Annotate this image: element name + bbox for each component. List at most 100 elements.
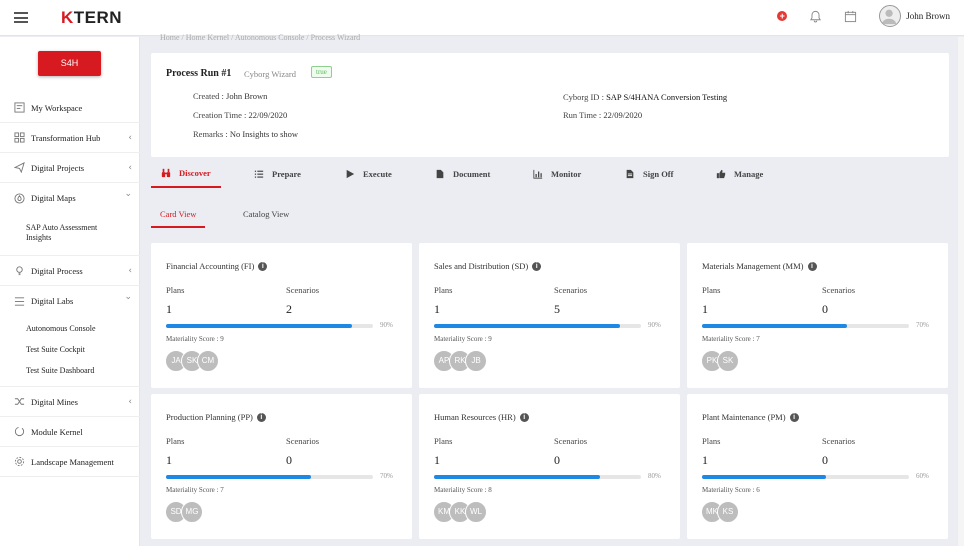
submenu-item-autonomous-console[interactable]: Autonomous Console (26, 319, 140, 339)
avatar[interactable]: WL (465, 501, 487, 523)
info-icon[interactable]: i (256, 412, 266, 422)
plans-count: 1 (702, 453, 708, 467)
scenarios-count: 2 (286, 302, 292, 316)
progress-percent: 80% (648, 472, 661, 480)
sidebar-item-digital-maps[interactable]: Digital Maps ⌄ (0, 183, 140, 213)
chevron-left-icon[interactable]: ‹ (128, 266, 132, 276)
tab-monitor[interactable]: Monitor (533, 160, 581, 188)
user-menu[interactable]: John Brown (879, 5, 950, 27)
created-row: Created : John Brown (193, 91, 267, 101)
ktern-logo[interactable]: KTERN (61, 8, 122, 28)
chevron-down-icon[interactable]: ⌄ (124, 189, 132, 199)
sidebar-item-digital-mines[interactable]: Digital Mines ‹ (0, 387, 140, 417)
materiality-score: Materiality Score : 7 (702, 335, 760, 343)
process-tabs: Discover Prepare Execute Document Monito… (151, 160, 949, 188)
tab-discover[interactable]: Discover (151, 160, 221, 188)
chevron-left-icon[interactable]: ‹ (128, 163, 132, 173)
module-card[interactable]: Financial Accounting (FI) i Plans Scenari… (151, 243, 412, 388)
tab-label: Sign Off (643, 169, 674, 179)
process-run-card: Process Run #1 Cyborg Wizard true Create… (151, 53, 949, 157)
submenu-item-sap-auto-assessment[interactable]: SAP Auto Assessment Insights (26, 221, 116, 245)
user-name: John Brown (906, 11, 950, 21)
plans-count: 1 (434, 453, 440, 467)
tab-sign-off[interactable]: Sign Off (625, 160, 673, 188)
circle-icon (14, 426, 25, 437)
run-time-row: Run Time : 22/09/2020 (563, 110, 642, 120)
plans-count: 1 (702, 302, 708, 316)
menu-icon[interactable] (14, 12, 28, 23)
sidebar-item-digital-projects[interactable]: Digital Projects ‹ (0, 153, 140, 183)
avatar[interactable]: KS (717, 501, 739, 523)
assignee-avatars: AP RK JB (433, 350, 487, 372)
submenu-item-test-suite-dashboard[interactable]: Test Suite Dashboard (26, 360, 140, 381)
grid-icon (14, 132, 25, 143)
module-card[interactable]: Materials Management (MM) i Plans Scenari… (687, 243, 948, 388)
module-title-text: Production Planning (PP) (166, 412, 253, 422)
module-title-text: Materials Management (MM) (702, 261, 804, 271)
plans-count: 1 (166, 453, 172, 467)
tab-manage[interactable]: Manage (716, 160, 763, 188)
sidebar-item-label: Digital Projects (31, 162, 85, 173)
tab-card-view[interactable]: Card View (151, 200, 206, 228)
progress-bar (702, 475, 909, 479)
tab-execute[interactable]: Execute (345, 160, 392, 188)
module-card[interactable]: Production Planning (PP) i Plans Scenario… (151, 394, 412, 539)
info-icon[interactable]: i (532, 261, 542, 271)
creation-time-row: Creation Time : 22/09/2020 (193, 110, 287, 120)
module-card[interactable]: Sales and Distribution (SD) i Plans Scena… (419, 243, 680, 388)
avatar[interactable]: SK (717, 350, 739, 372)
tab-catalog-view[interactable]: Catalog View (243, 200, 289, 228)
progress-fill (434, 475, 600, 479)
avatar[interactable]: JB (465, 350, 487, 372)
add-icon[interactable]: + (777, 11, 788, 21)
scenarios-count: 5 (554, 302, 560, 316)
chevron-left-icon[interactable]: ‹ (128, 133, 132, 143)
sidebar-item-label: Module Kernel (31, 426, 83, 437)
chevron-down-icon[interactable]: ⌄ (124, 292, 132, 302)
progress-fill (166, 475, 311, 479)
scenarios-label: Scenarios (286, 285, 320, 295)
module-card[interactable]: Plant Maintenance (PM) i Plans Scenarios … (687, 394, 948, 539)
breadcrumb[interactable]: Home / Home Kernel / Autonomous Console … (160, 33, 360, 42)
module-card[interactable]: Human Resources (HR) i Plans Scenarios 1 … (419, 394, 680, 539)
sidebar-item-transformation-hub[interactable]: Transformation Hub ‹ (0, 123, 140, 153)
bell-icon[interactable] (809, 10, 822, 23)
module-title-text: Sales and Distribution (SD) (434, 261, 529, 271)
plans-label: Plans (434, 285, 453, 295)
cyborg-id-row: Cyborg ID : SAP S/4HANA Conversion Testi… (563, 92, 727, 102)
bulb-icon (16, 266, 23, 276)
tab-label: Manage (734, 169, 764, 179)
info-icon[interactable]: i (519, 412, 529, 422)
scrollbar[interactable] (958, 37, 964, 546)
plans-label: Plans (166, 285, 185, 295)
sidebar-item-label: My Workspace (31, 102, 83, 113)
avatar[interactable]: MG (181, 501, 203, 523)
info-icon[interactable]: i (807, 261, 817, 271)
tab-document[interactable]: Document (435, 160, 490, 188)
avatar[interactable]: CM (197, 350, 219, 372)
scenarios-label: Scenarios (822, 436, 856, 446)
scenarios-label: Scenarios (822, 285, 856, 295)
s4h-button[interactable]: S4H (38, 51, 101, 76)
sidebar-item-digital-labs[interactable]: Digital Labs ⌄ (0, 286, 140, 316)
tab-label: Execute (363, 169, 392, 179)
created-value: John Brown (226, 91, 268, 101)
chevron-left-icon[interactable]: ‹ (128, 397, 132, 407)
sidebar-item-landscape-management[interactable]: Landscape Management (0, 447, 140, 477)
progress-bar (434, 324, 641, 328)
tab-prepare[interactable]: Prepare (254, 160, 301, 188)
submenu-item-test-suite-cockpit[interactable]: Test Suite Cockpit (26, 339, 140, 360)
sidebar-item-label: Digital Maps (31, 193, 76, 203)
sidebar-item-digital-process[interactable]: Digital Process ‹ (0, 256, 140, 286)
materiality-score: Materiality Score : 8 (434, 486, 492, 494)
progress-percent: 90% (648, 321, 661, 329)
sidebar-item-my-workspace[interactable]: My Workspace (0, 93, 140, 123)
calendar-icon[interactable] (844, 10, 857, 23)
plans-count: 1 (166, 302, 172, 316)
run-subtitle: Cyborg Wizard (244, 69, 296, 79)
progress-bar (702, 324, 909, 328)
info-icon[interactable]: i (258, 261, 268, 271)
sidebar-item-module-kernel[interactable]: Module Kernel (0, 417, 140, 447)
module-title-text: Human Resources (HR) (434, 412, 516, 422)
info-icon[interactable]: i (789, 412, 799, 422)
